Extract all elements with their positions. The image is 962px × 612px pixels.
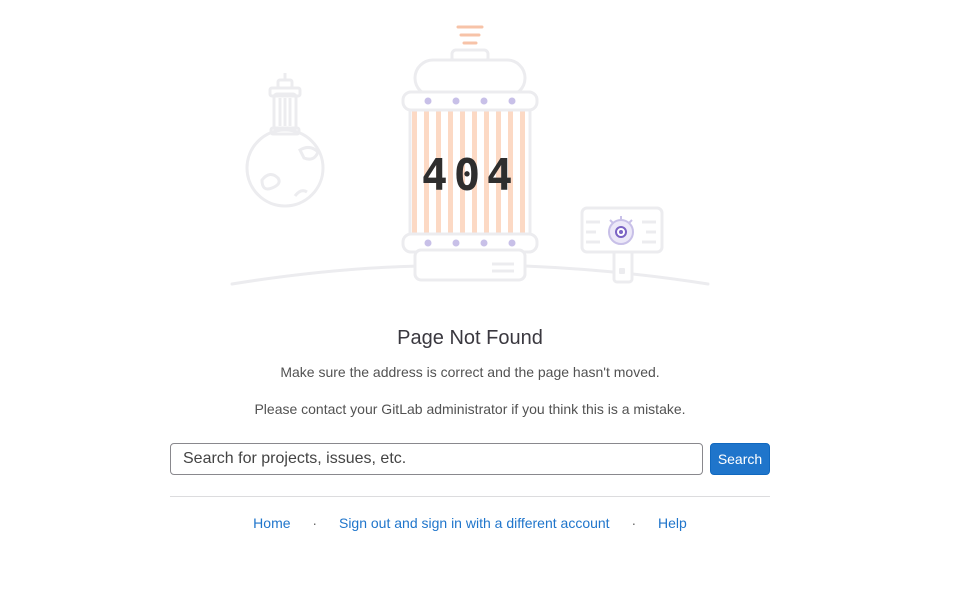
server-unit: 404 xyxy=(401,48,539,282)
error-page: 404 Page Not Found Make sure the address… xyxy=(0,0,962,612)
home-link[interactable]: Home xyxy=(253,515,290,531)
page-title: Page Not Found xyxy=(397,327,543,349)
footer-separator: · xyxy=(312,515,318,531)
illustration-404: 404 xyxy=(0,0,962,300)
sign-out-link[interactable]: Sign out and sign in with a different ac… xyxy=(339,515,610,531)
search-form: Search xyxy=(170,443,770,475)
signal-icon xyxy=(456,25,484,45)
help-link[interactable]: Help xyxy=(658,515,687,531)
footer-nav: Home · Sign out and sign in with a diffe… xyxy=(0,515,940,531)
error-code-text: 404 xyxy=(421,150,518,201)
error-message-contact: Please contact your GitLab administrator… xyxy=(254,401,686,417)
search-button[interactable]: Search xyxy=(710,443,770,475)
planet-icon xyxy=(245,73,325,208)
error-message-address: Make sure the address is correct and the… xyxy=(280,364,660,380)
footer-separator: · xyxy=(631,515,637,531)
divider xyxy=(170,496,770,497)
search-input[interactable] xyxy=(170,443,703,475)
